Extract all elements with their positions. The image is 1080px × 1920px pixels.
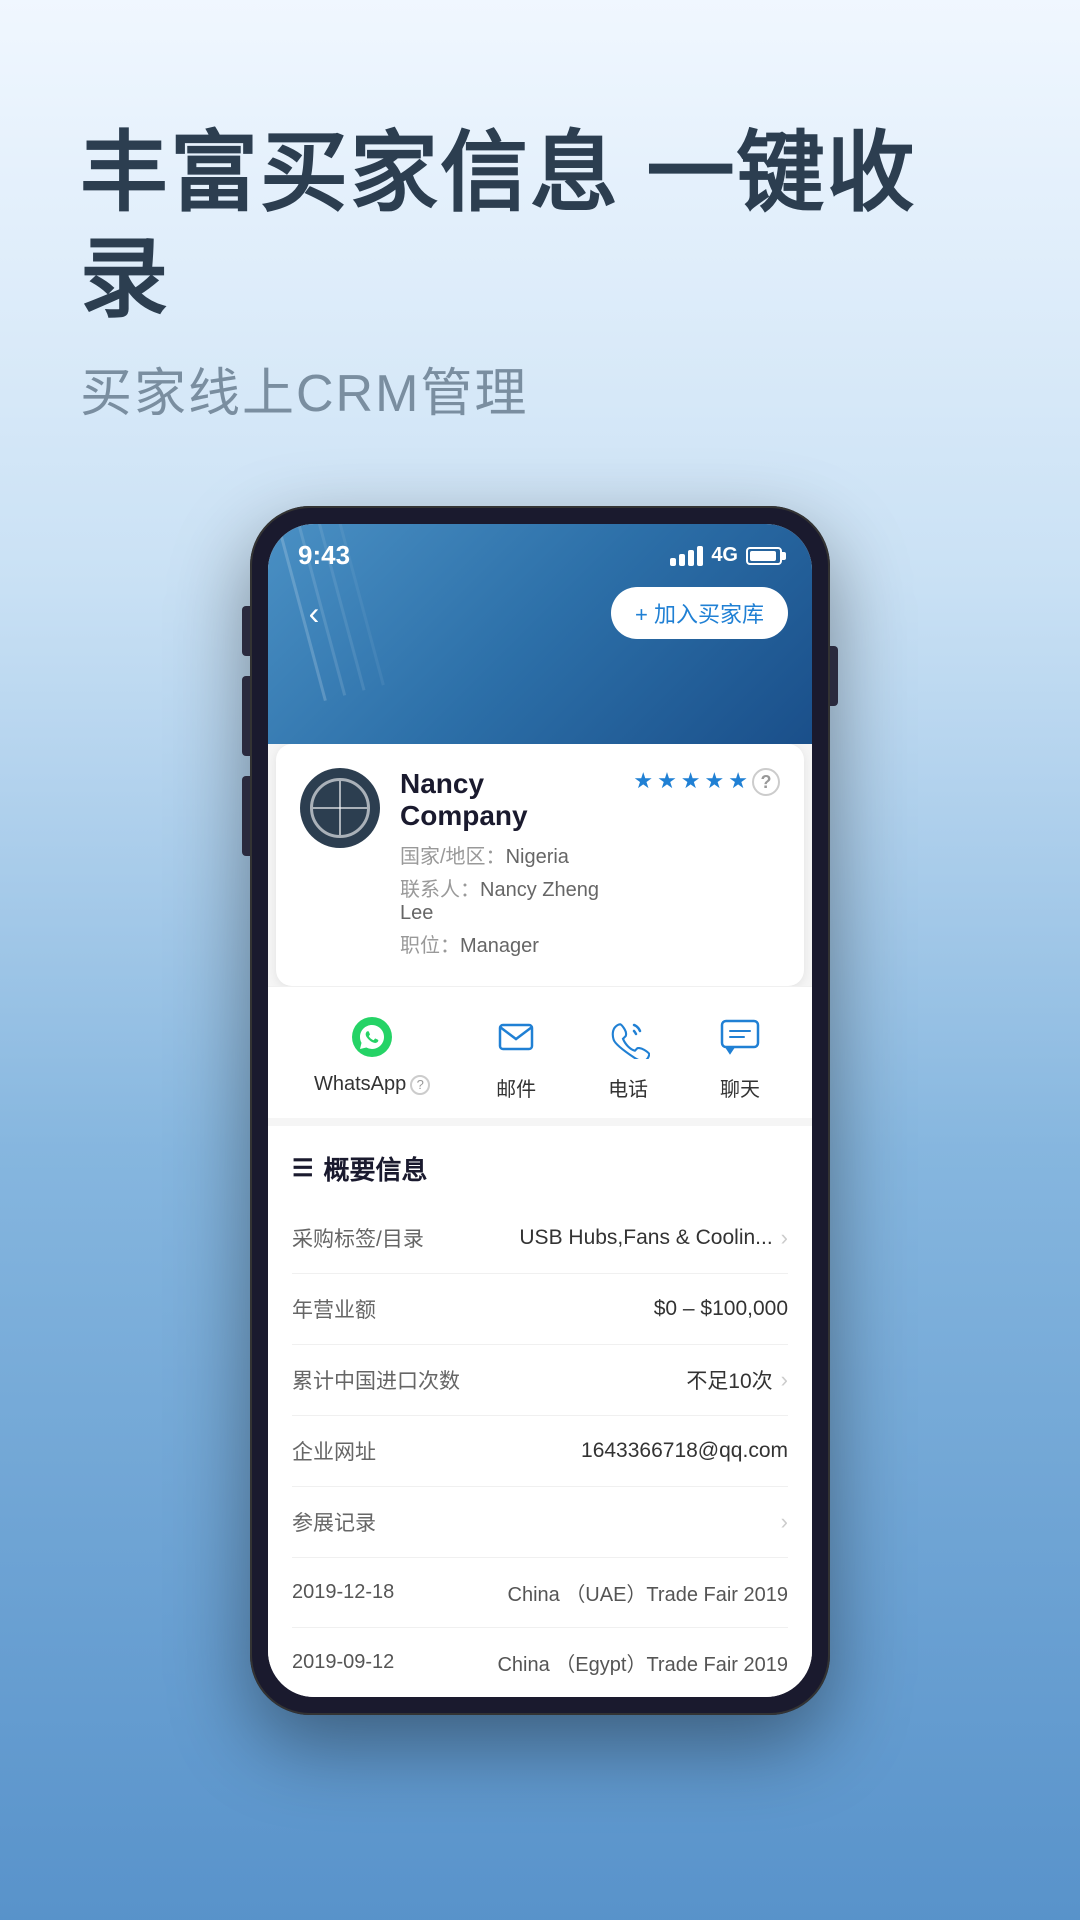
country-detail: 国家/地区：Nigeria <box>400 840 613 869</box>
sub-title: 买家线上CRM管理 <box>80 351 1000 426</box>
whatsapp-help-icon[interactable]: ? <box>410 1075 430 1095</box>
china-import-value: 不足10次 › <box>686 1365 788 1395</box>
volume-down-button <box>242 776 250 856</box>
contact-info: Nancy Company 国家/地区：Nigeria 联系人：Nancy Zh… <box>400 768 613 962</box>
rating-help-icon[interactable]: ? <box>752 768 780 796</box>
trade-record-1: 2019-12-18 China （UAE）Trade Fair 2019 <box>292 1558 788 1628</box>
phone-header-bg: 9:43 4G <box>268 524 812 744</box>
purchase-tags-row[interactable]: 采购标签/目录 USB Hubs,Fans & Coolin... › <box>292 1203 788 1274</box>
exhibition-record-row[interactable]: 参展记录 › <box>292 1487 788 1558</box>
purchase-tags-arrow: › <box>781 1225 788 1251</box>
chat-icon <box>714 1011 766 1063</box>
position-detail: 职位：Manager <box>400 929 613 958</box>
building-bg <box>268 524 812 744</box>
overview-title-text: 概要信息 <box>324 1150 428 1187</box>
header-section: 丰富买家信息 一键收录 买家线上CRM管理 <box>0 0 1080 466</box>
stars-area: ★ ★ ★ ★ ★ ? <box>633 768 780 796</box>
exhibition-record-label: 参展记录 <box>292 1507 376 1537</box>
china-import-label: 累计中国进口次数 <box>292 1365 460 1395</box>
star-3: ★ <box>681 768 701 796</box>
trade-record-2-date: 2019-09-12 <box>292 1651 394 1674</box>
company-name: Nancy Company <box>400 768 613 832</box>
action-row: WhatsApp? 邮件 <box>268 986 812 1118</box>
company-website-row: 企业网址 1643366718@qq.com <box>292 1416 788 1487</box>
position-value: Manager <box>460 935 539 957</box>
company-website-label: 企业网址 <box>292 1436 376 1466</box>
avatar-inner <box>300 768 380 848</box>
trade-record-1-event: China （UAE）Trade Fair 2019 <box>508 1578 789 1607</box>
volume-up-button <box>242 676 250 756</box>
star-1: ★ <box>633 768 653 796</box>
power-button <box>830 646 838 706</box>
exhibition-record-value: › <box>781 1509 788 1535</box>
purchase-tags-value: USB Hubs,Fans & Coolin... › <box>519 1225 788 1251</box>
email-action[interactable]: 邮件 <box>490 1011 542 1102</box>
star-2: ★ <box>657 768 677 796</box>
annual-revenue-value: $0 – $100,000 <box>654 1297 788 1321</box>
overview-section: ☰ 概要信息 采购标签/目录 USB Hubs,Fans & Coolin...… <box>268 1126 812 1697</box>
position-label: 职位： <box>400 935 460 957</box>
phone-mockup: 9:43 4G <box>250 506 830 1715</box>
whatsapp-label: WhatsApp? <box>314 1073 430 1096</box>
trade-record-1-date: 2019-12-18 <box>292 1581 394 1604</box>
email-label: 邮件 <box>496 1073 536 1102</box>
contact-name-detail: 联系人：Nancy Zheng Lee <box>400 873 613 925</box>
chat-label: 聊天 <box>720 1073 760 1102</box>
exhibition-record-arrow: › <box>781 1509 788 1535</box>
trade-record-2: 2019-09-12 China （Egypt）Trade Fair 2019 <box>292 1628 788 1697</box>
phone-action[interactable]: 电话 <box>602 1011 654 1102</box>
company-website-value: 1643366718@qq.com <box>581 1439 788 1463</box>
purchase-tags-label: 采购标签/目录 <box>292 1223 424 1253</box>
main-title: 丰富买家信息 一键收录 <box>80 120 1000 331</box>
company-logo-icon <box>310 778 370 838</box>
whatsapp-action[interactable]: WhatsApp? <box>314 1011 430 1102</box>
contact-card: Nancy Company 国家/地区：Nigeria 联系人：Nancy Zh… <box>276 744 804 986</box>
phone-label: 电话 <box>608 1073 648 1102</box>
china-import-arrow: › <box>781 1367 788 1393</box>
overview-icon: ☰ <box>292 1154 314 1183</box>
phone-outer: 9:43 4G <box>250 506 830 1715</box>
star-4: ★ <box>705 768 725 796</box>
country-value: Nigeria <box>506 846 569 868</box>
battery-fill <box>750 551 776 561</box>
country-label: 国家/地区： <box>400 846 506 868</box>
rating-stars: ★ ★ ★ ★ ★ ? <box>633 768 780 796</box>
trade-record-2-event: China （Egypt）Trade Fair 2019 <box>497 1648 788 1677</box>
battery-icon <box>746 547 782 565</box>
phone-icon <box>602 1011 654 1063</box>
annual-revenue-label: 年营业额 <box>292 1294 376 1324</box>
star-5: ★ <box>728 768 748 796</box>
avatar <box>300 768 380 848</box>
contact-label: 联系人： <box>400 879 480 901</box>
email-icon <box>490 1011 542 1063</box>
chat-action[interactable]: 聊天 <box>714 1011 766 1102</box>
phone-screen: 9:43 4G <box>268 524 812 1697</box>
overview-title: ☰ 概要信息 <box>292 1150 788 1187</box>
mute-button <box>242 606 250 656</box>
annual-revenue-row: 年营业额 $0 – $100,000 <box>292 1274 788 1345</box>
china-import-row[interactable]: 累计中国进口次数 不足10次 › <box>292 1345 788 1416</box>
whatsapp-icon <box>346 1011 398 1063</box>
